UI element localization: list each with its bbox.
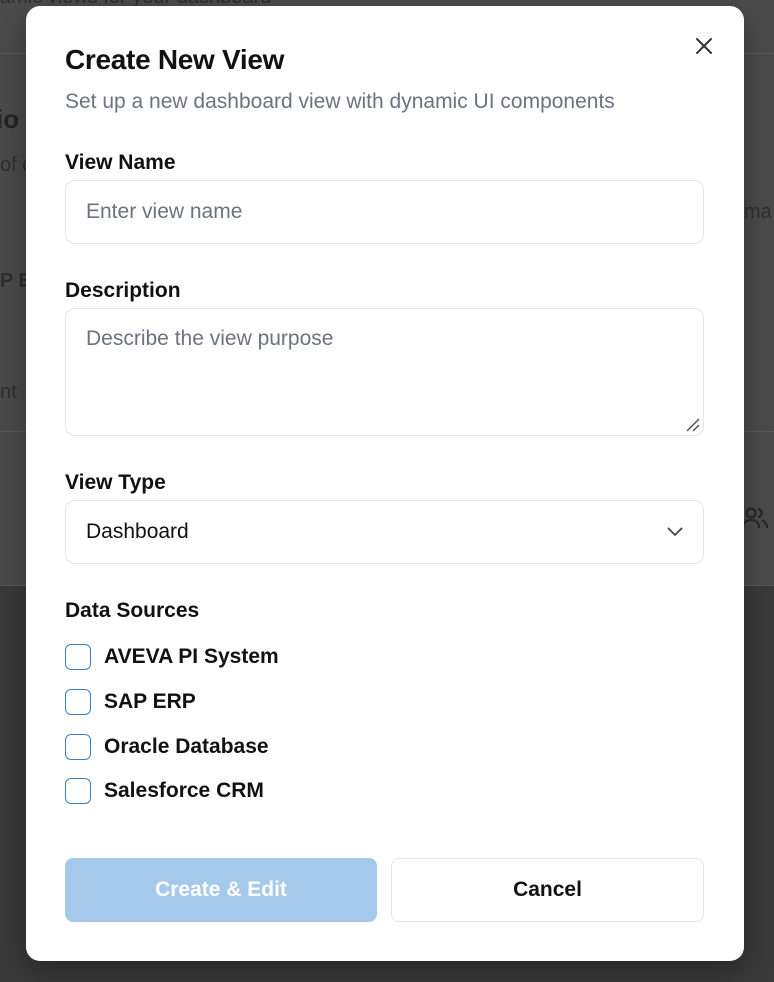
dialog-subtitle: Set up a new dashboard view with dynamic… xyxy=(65,90,615,113)
aveva-label: AVEVA PI System xyxy=(104,645,279,668)
close-icon xyxy=(696,38,712,54)
data-sources-label: Data Sources xyxy=(65,599,200,622)
view-type-select[interactable]: Dashboard xyxy=(65,500,704,564)
chevron-down-icon xyxy=(667,527,683,536)
view-type-label: View Type xyxy=(65,471,166,494)
oracle-label: Oracle Database xyxy=(104,735,269,758)
view-name-input[interactable] xyxy=(65,180,704,244)
users-icon xyxy=(742,507,768,529)
oracle-checkbox[interactable] xyxy=(65,734,91,760)
aveva-checkbox[interactable] xyxy=(65,644,91,670)
view-name-label: View Name xyxy=(65,151,176,174)
data-source-option-oracle[interactable]: Oracle Database xyxy=(65,733,269,761)
background-heading: io xyxy=(0,104,20,134)
salesforce-checkbox[interactable] xyxy=(65,778,91,804)
create-and-edit-button[interactable]: Create & Edit xyxy=(65,858,377,922)
background-text: nt xyxy=(0,381,17,403)
data-source-option-aveva[interactable]: AVEVA PI System xyxy=(65,643,279,671)
description-label: Description xyxy=(65,279,181,302)
description-textarea[interactable] xyxy=(65,308,704,436)
dialog-title: Create New View xyxy=(65,44,285,75)
salesforce-label: Salesforce CRM xyxy=(104,779,264,802)
resize-handle-icon[interactable] xyxy=(684,416,700,432)
sap-checkbox[interactable] xyxy=(65,689,91,715)
create-view-dialog: Create New View Set up a new dashboard v… xyxy=(26,6,744,961)
sap-label: SAP ERP xyxy=(104,690,196,713)
data-source-option-sap[interactable]: SAP ERP xyxy=(65,688,196,716)
background-text: ma xyxy=(744,201,772,223)
data-source-option-salesforce[interactable]: Salesforce CRM xyxy=(65,777,264,805)
close-button[interactable] xyxy=(690,32,718,60)
cancel-button[interactable]: Cancel xyxy=(391,858,704,922)
view-type-selected-value: Dashboard xyxy=(86,520,189,543)
